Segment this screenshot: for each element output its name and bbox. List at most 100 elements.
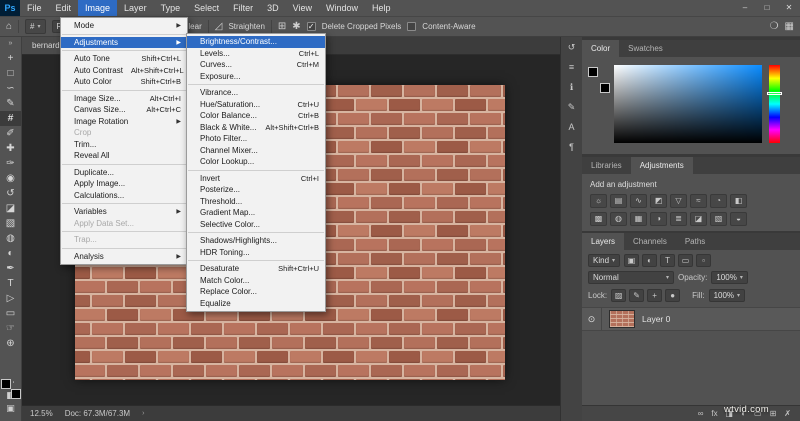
tab-channels[interactable]: Channels [624, 233, 676, 250]
gradient-map-adjustment-icon[interactable]: ◒ [730, 212, 747, 226]
close-button[interactable]: ✕ [778, 0, 800, 16]
menu-item-adjustments[interactable]: Adjustments ▶ [61, 36, 187, 48]
menu-item-hue-saturation[interactable]: Hue/Saturation... Ctrl+U [187, 99, 325, 111]
menu-item-trap[interactable]: Trap... [61, 234, 187, 246]
curves-adjustment-icon[interactable]: ∿ [630, 194, 647, 208]
photo-filter-adjustment-icon[interactable]: ▩ [590, 212, 607, 226]
crop-tool[interactable]: # [0, 111, 21, 126]
color-balance-adjustment-icon[interactable]: ◔ [710, 194, 727, 208]
tab-paths[interactable]: Paths [676, 233, 714, 250]
tab-color[interactable]: Color [582, 40, 620, 57]
menu-item-hdr-toning[interactable]: HDR Toning... [187, 247, 325, 259]
tab-libraries[interactable]: Libraries [582, 157, 631, 174]
menu-item-vibrance[interactable]: Vibrance... [187, 87, 325, 99]
background-color-swatch[interactable] [600, 83, 610, 93]
zoom-level[interactable]: 12.5% [30, 409, 53, 418]
crop-overlay-icon[interactable]: ⊞ [278, 21, 286, 32]
hand-tool[interactable]: ☞ [0, 321, 21, 336]
home-icon[interactable]: ⌂ [6, 21, 12, 32]
menu-file[interactable]: File [20, 0, 49, 16]
threshold-adjustment-icon[interactable]: ◪ [690, 212, 707, 226]
dodge-tool[interactable]: ◐ [0, 246, 21, 261]
invert-adjustment-icon[interactable]: ◑ [650, 212, 667, 226]
menu-item-color-balance[interactable]: Color Balance... Ctrl+B [187, 110, 325, 122]
spot-healing-brush-tool[interactable]: ✚ [0, 141, 21, 156]
layer-filter-kind-select[interactable]: Kind ▾ [588, 254, 621, 267]
pen-tool[interactable]: ✒ [0, 261, 21, 276]
menu-item-crop[interactable]: Crop [61, 127, 187, 139]
foreground-color-swatch[interactable] [10, 389, 21, 399]
move-tool[interactable]: + [0, 51, 21, 66]
brightness-contrast-adjustment-icon[interactable]: ☼ [590, 194, 607, 208]
menu-item-variables[interactable]: Variables ▶ [61, 206, 187, 218]
lock-position-icon[interactable]: + [647, 288, 663, 302]
hue-slider-handle[interactable] [767, 92, 782, 95]
layer-effects-icon[interactable]: fx [711, 409, 717, 418]
blur-tool[interactable]: ◍ [0, 231, 21, 246]
content-aware-checkbox[interactable] [407, 22, 417, 31]
tab-layers[interactable]: Layers [582, 233, 625, 250]
hue-slider[interactable] [767, 65, 782, 143]
clone-stamp-tool[interactable]: ◉ [0, 171, 21, 186]
menu-item-brightness-contrast[interactable]: Brightness/Contrast... [187, 36, 325, 48]
menu-item-gradient-map[interactable]: Gradient Map... [187, 207, 325, 219]
tab-swatches[interactable]: Swatches [619, 40, 672, 57]
selective-color-adjustment-icon[interactable]: ▧ [710, 212, 727, 226]
gradient-tool[interactable]: ▧ [0, 216, 21, 231]
history-panel-icon[interactable]: ↺ [561, 37, 582, 57]
crop-settings-gear-icon[interactable]: ✱ [292, 21, 300, 32]
menu-item-curves[interactable]: Curves... Ctrl+M [187, 59, 325, 71]
menu-item-desaturate[interactable]: Desaturate Shift+Ctrl+U [187, 263, 325, 275]
menu-item-auto-color[interactable]: Auto Color Shift+Ctrl+B [61, 76, 187, 88]
menu-item-invert[interactable]: Invert Ctrl+I [187, 173, 325, 185]
zoom-tool[interactable]: ⊕ [0, 336, 21, 351]
menu-item-photo-filter[interactable]: Photo Filter... [187, 133, 325, 145]
tab-adjustments[interactable]: Adjustments [630, 157, 693, 174]
menu-item-threshold[interactable]: Threshold... [187, 196, 325, 208]
menu-edit[interactable]: Edit [49, 0, 79, 16]
menu-item-duplicate[interactable]: Duplicate... [61, 167, 187, 179]
brush-tool[interactable]: ✑ [0, 156, 21, 171]
menu-image[interactable]: Image [78, 0, 118, 16]
delete-layer-icon[interactable]: ✗ [784, 409, 791, 418]
opacity-value-select[interactable]: 100% ▾ [711, 270, 748, 284]
path-selection-tool[interactable]: ▷ [0, 291, 21, 306]
menu-view[interactable]: View [286, 0, 319, 16]
layer-thumbnail[interactable] [609, 310, 635, 328]
menu-item-black-white[interactable]: Black & White... Alt+Shift+Ctrl+B [187, 122, 325, 134]
menu-item-channel-mixer[interactable]: Channel Mixer... [187, 145, 325, 157]
lock-transparency-icon[interactable]: ▨ [611, 288, 627, 302]
menu-help[interactable]: Help [365, 0, 398, 16]
search-icon[interactable]: ❍ [770, 21, 779, 32]
brushes-panel-icon[interactable]: ✎ [561, 97, 582, 117]
minimize-button[interactable]: – [734, 0, 756, 16]
link-layers-icon[interactable]: ∞ [698, 409, 704, 418]
lock-image-icon[interactable]: ✎ [629, 288, 645, 302]
menu-item-calculations[interactable]: Calculations... [61, 190, 187, 202]
menu-window[interactable]: Window [319, 0, 365, 16]
menu-item-color-lookup[interactable]: Color Lookup... [187, 156, 325, 168]
filter-smart-objects-icon[interactable]: ▫ [696, 254, 712, 267]
menu-item-replace-color[interactable]: Replace Color... [187, 286, 325, 298]
menu-item-mode[interactable]: Mode ▶ [61, 20, 187, 32]
maximize-button[interactable]: □ [756, 0, 778, 16]
menu-select[interactable]: Select [187, 0, 226, 16]
menu-item-auto-contrast[interactable]: Auto Contrast Alt+Shift+Ctrl+L [61, 65, 187, 77]
straighten-button[interactable]: Straighten [228, 22, 264, 31]
blend-mode-select[interactable]: Normal ▾ [588, 270, 674, 284]
vibrance-adjustment-icon[interactable]: ▽ [670, 194, 687, 208]
menu-item-equalize[interactable]: Equalize [187, 298, 325, 310]
filter-pixel-layers-icon[interactable]: ▣ [624, 254, 640, 267]
saturation-brightness-picker[interactable] [614, 65, 762, 143]
toolbar-collapse-icon[interactable]: » [0, 37, 21, 51]
layer-name[interactable]: Layer 0 [642, 314, 670, 324]
type-tool[interactable]: T [0, 276, 21, 291]
lasso-tool[interactable]: ∽ [0, 81, 21, 96]
menu-type[interactable]: Type [154, 0, 188, 16]
menu-item-trim[interactable]: Trim... [61, 139, 187, 151]
workspace-switcher-icon[interactable]: ▦ [785, 21, 794, 32]
info-panel-icon[interactable]: ℹ [561, 77, 582, 97]
screen-mode-icon[interactable]: ▣ [0, 402, 21, 415]
menu-item-auto-tone[interactable]: Auto Tone Shift+Ctrl+L [61, 53, 187, 65]
quick-selection-tool[interactable]: ✎ [0, 96, 21, 111]
